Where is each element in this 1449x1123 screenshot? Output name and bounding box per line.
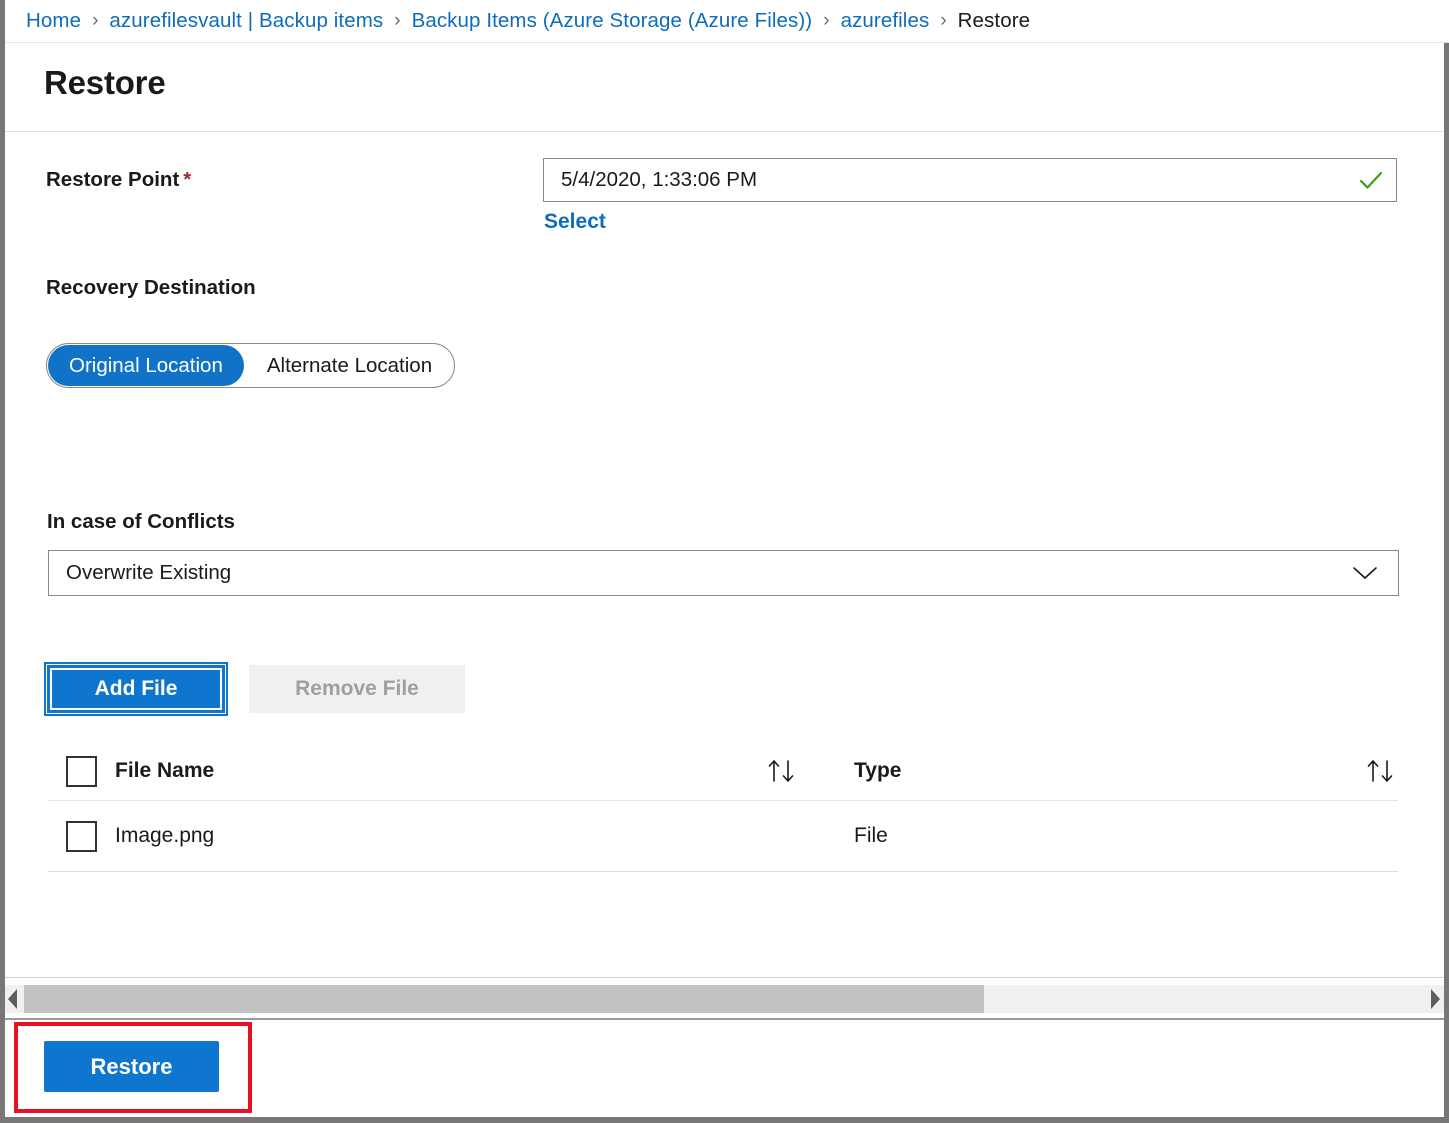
file-toolbar: Add File Remove File <box>47 665 465 713</box>
breadcrumb-separator-icon: › <box>940 10 946 32</box>
breadcrumb-item-vault[interactable]: azurefilesvault | Backup items <box>109 9 383 33</box>
sort-arrows-icon[interactable] <box>763 756 799 786</box>
select-all-cell[interactable] <box>48 756 115 787</box>
restore-point-select-link[interactable]: Select <box>544 210 606 234</box>
file-table: File Name Type Image.png File <box>48 742 1398 872</box>
sort-arrows-icon[interactable] <box>1362 756 1398 786</box>
breadcrumb-item-restore: Restore <box>958 9 1030 33</box>
restore-point-label: Restore Point* <box>46 168 191 192</box>
column-header-file-name[interactable]: File Name <box>115 759 763 783</box>
column-header-type[interactable]: Type <box>799 759 1362 783</box>
restore-point-input[interactable] <box>561 168 1358 192</box>
restore-blade: Home › azurefilesvault | Backup items › … <box>0 0 1449 1123</box>
scrollbar-top-border <box>5 977 1444 978</box>
row-checkbox[interactable] <box>66 821 97 852</box>
breadcrumb: Home › azurefilesvault | Backup items › … <box>0 0 1449 43</box>
breadcrumb-separator-icon: › <box>92 10 98 32</box>
row-select-cell[interactable] <box>48 821 115 852</box>
select-all-checkbox[interactable] <box>66 756 97 787</box>
conflicts-label: In case of Conflicts <box>47 510 235 534</box>
window-border-bottom <box>0 1117 1449 1123</box>
page-title: Restore <box>44 64 165 102</box>
breadcrumb-item-azurefiles[interactable]: azurefiles <box>841 9 930 33</box>
conflicts-select[interactable]: Overwrite Existing <box>48 550 1399 596</box>
toggle-option-alternate-location[interactable]: Alternate Location <box>246 345 453 386</box>
recovery-destination-label: Recovery Destination <box>46 276 256 300</box>
title-bar: Restore <box>5 43 1444 132</box>
required-asterisk: * <box>183 168 191 191</box>
window-border-right <box>1444 43 1449 1123</box>
breadcrumb-separator-icon: › <box>394 10 400 32</box>
restore-point-label-text: Restore Point <box>46 168 179 191</box>
footer-bar: Restore <box>5 1020 1444 1117</box>
toggle-option-original-location[interactable]: Original Location <box>48 345 244 386</box>
add-file-button[interactable]: Add File <box>47 665 225 713</box>
remove-file-button[interactable]: Remove File <box>249 665 465 713</box>
restore-point-field[interactable] <box>543 158 1397 202</box>
breadcrumb-item-home[interactable]: Home <box>26 9 81 33</box>
cell-type: File <box>799 824 1362 848</box>
restore-button[interactable]: Restore <box>44 1041 219 1092</box>
chevron-down-icon <box>1350 564 1380 582</box>
table-header-row: File Name Type <box>48 742 1398 801</box>
horizontal-scrollbar-thumb[interactable] <box>24 985 984 1013</box>
recovery-destination-toggle[interactable]: Original Location Alternate Location <box>46 343 455 388</box>
breadcrumb-item-backup-items[interactable]: Backup Items (Azure Storage (Azure Files… <box>412 9 813 33</box>
cell-file-name: Image.png <box>115 824 763 848</box>
scroll-right-arrow-icon[interactable] <box>1428 988 1442 1010</box>
checkmark-icon <box>1358 167 1384 193</box>
breadcrumb-separator-icon: › <box>823 10 829 32</box>
table-row[interactable]: Image.png File <box>48 801 1398 872</box>
restore-form: Restore Point* Select Recovery Destinati… <box>5 132 1444 977</box>
scroll-left-arrow-icon[interactable] <box>6 988 20 1010</box>
conflicts-selected-value: Overwrite Existing <box>66 561 1350 585</box>
